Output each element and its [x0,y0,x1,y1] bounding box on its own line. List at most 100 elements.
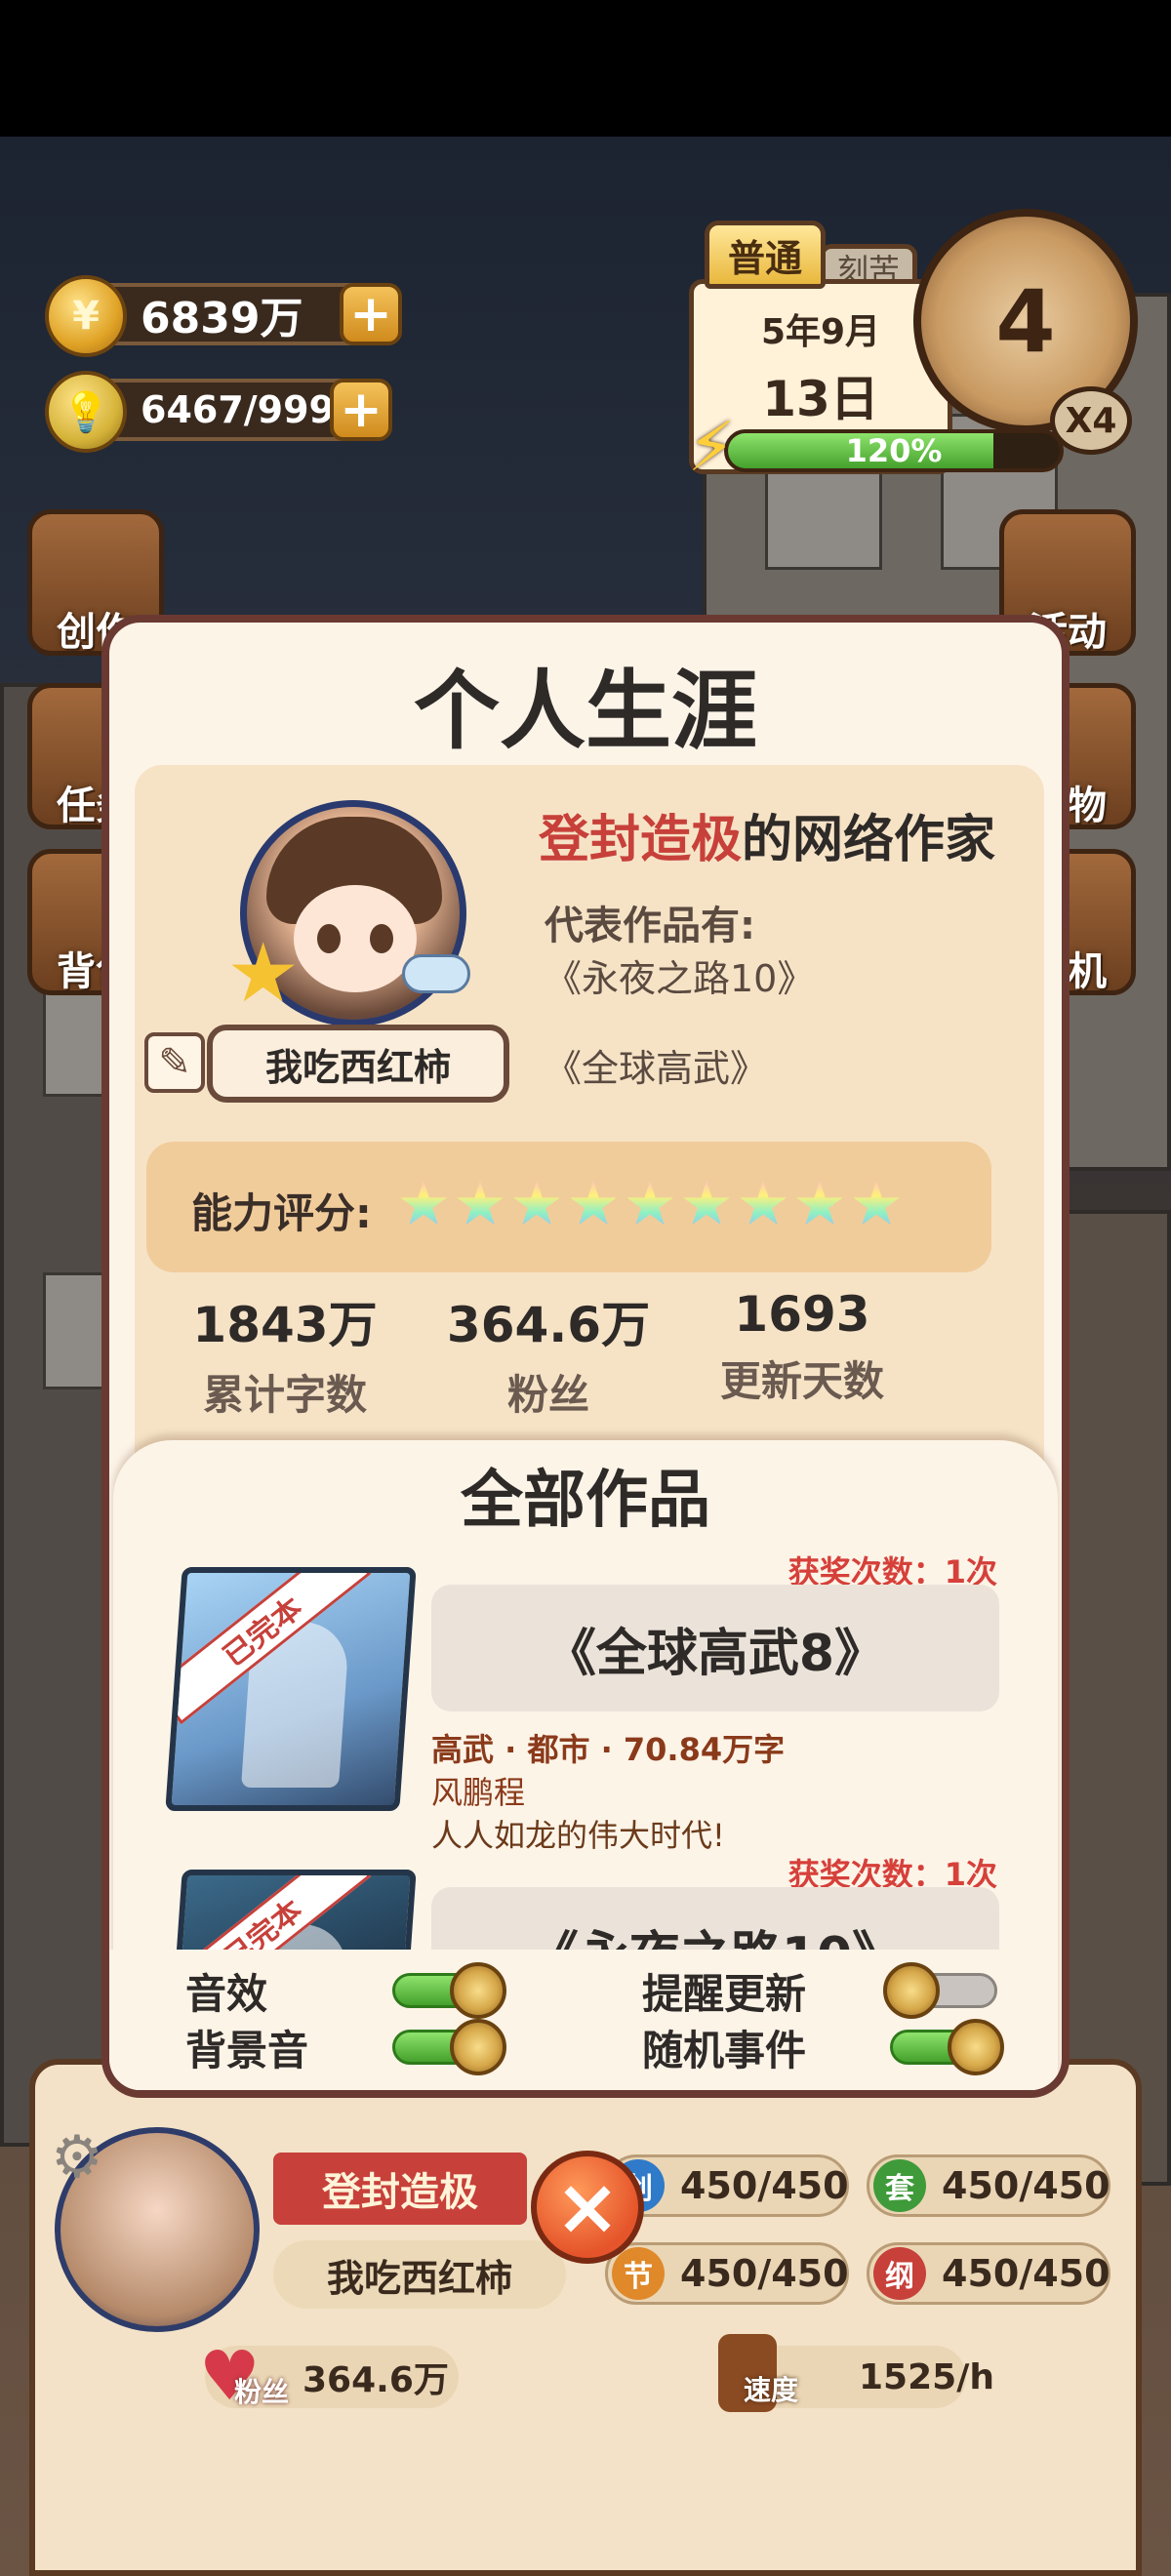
representative-work: 《全球高武》 [545,1047,768,1090]
player-name: 我吃西红柿 [273,2240,566,2309]
stat-value: 450/450 [942,2164,1110,2207]
ability-rating: 能力评分: ★ ★ ★ ★ ★ ★ ★ ★ ★ [146,1142,991,1272]
author-rank: 登封造极 [539,811,743,869]
stat-update-days: 1693 更新天数 [656,1286,949,1408]
ability-label: 能力评分: [191,1189,372,1237]
modal-title: 个人生涯 [413,661,757,761]
author-name: 我吃西红柿 [264,1045,451,1089]
energy-percent: 120% [845,432,943,469]
work-item[interactable]: 获奖次数：1次 已完本 《全球高武8》 高武 · 都市 · 70.84万字 风鹏… [113,1548,1058,1854]
game-screen: ¥ 6839万 + 💡 6467/9999 + 创作 任务 背包 活动 购物 手… [0,0,1171,2576]
cloud-icon [402,954,470,993]
stat-icon-text: 纲 [885,2260,914,2294]
stat-outline-icon: 纲 [873,2247,926,2300]
setting-random-events-label: 随机事件 [642,2027,807,2074]
add-energy-button[interactable]: + [330,379,392,441]
rank-label: 登封造极 [322,2170,478,2215]
energy-value: 6467/9999 [141,388,361,431]
lightbulb-icon: 💡 [45,371,127,453]
stat-value: 1693 [734,1286,870,1343]
toggle-knob [948,2019,1004,2075]
author-title: 登封造极的网络作家 [539,798,995,871]
stat-outline: 纲 450/450 [867,2242,1110,2305]
coin-symbol: ¥ [72,294,100,339]
coin-icon: ¥ [45,275,127,357]
rainbow-star-icon: ★ [792,1168,847,1239]
star-icon: ★ [226,925,301,1021]
rank-banner: 登封造极 [273,2153,527,2225]
fans-counter: ♥ 粉丝 364.6万 [199,2336,459,2416]
speed-label: 速度 [744,2374,799,2406]
stat-fans: 364.6万 粉丝 [402,1286,695,1422]
stat-label: 更新天数 [719,1357,884,1405]
work-tags: 高武 · 都市 · 70.84万字 [431,1731,786,1768]
coins-counter: ¥ 6839万 + [45,275,402,357]
gear-icon[interactable]: ⚙ [51,2123,103,2192]
author-title-suffix: 的网络作家 [742,811,996,869]
stat-value: 364.6万 [446,1297,651,1353]
stat-total-words: 1843万 累计字数 [139,1286,431,1422]
stat-icon-text: 节 [624,2260,653,2294]
lightning-icon[interactable]: ⚡ [677,406,746,488]
random-events-toggle[interactable] [890,2019,1004,2075]
rainbow-star-icon: ★ [736,1168,790,1239]
stat-rhythm: 节 450/450 [605,2242,849,2305]
add-coins-button[interactable]: + [340,283,402,345]
setting-bgm-label: 背景音 [185,2027,309,2074]
energy-progress-bar: 120% [724,429,1064,472]
speed-multiplier-label: X4 [1065,400,1117,441]
fans-value: 364.6万 [303,2360,449,2400]
close-icon: × [554,2161,621,2252]
author-name-button[interactable]: 我吃西红柿 [207,1025,509,1103]
career-modal: 个人生涯 ★ 登封造极的网络作家 代表作品有: 《永夜之路10》 《全球高武》 … [101,615,1070,2098]
plus-label: + [340,381,383,439]
update-reminder-toggle[interactable] [883,1962,997,2019]
avatar-face [294,885,417,992]
grade-tab-label: 普通 [727,236,802,280]
stat-label: 粉丝 [506,1371,589,1419]
plus-label: + [349,285,392,343]
stat-value: 450/450 [942,2252,1110,2295]
toggle-knob [883,1962,940,2019]
rainbow-star-icon: ★ [509,1168,564,1239]
representative-work: 《永夜之路10》 [545,957,815,1000]
energy-counter: 💡 6467/9999 + [45,371,392,453]
settings-area: 音效 提醒更新 背景音 随机事件 [109,1950,1054,2090]
coins-value: 6839万 [141,294,303,343]
avatar-eye [370,924,393,953]
work-title: 《全球高武8》 [431,1585,999,1711]
stat-icon-text: 套 [885,2172,914,2206]
rainbow-star-icon: ★ [566,1168,621,1239]
rainbow-star-icon: ★ [623,1168,677,1239]
works-title: 全部作品 [461,1465,710,1537]
toggle-knob [450,1962,506,2019]
ability-stars: ★ ★ ★ ★ ★ ★ ★ ★ ★ [396,1168,904,1239]
grade-tab-normal[interactable]: 普通 [705,221,826,289]
stat-set-icon: 套 [873,2159,926,2212]
status-bar [0,0,1171,137]
close-button[interactable]: × [531,2151,644,2264]
representative-works-label: 代表作品有: [545,904,755,948]
sound-toggle[interactable] [392,1962,506,2019]
stat-set: 套 450/450 [867,2154,1110,2217]
bgm-toggle[interactable] [392,2019,506,2075]
speed-value: 1525/h [859,2356,994,2397]
date-year-month: 5年9月 [760,312,881,352]
stat-value: 450/450 [680,2252,849,2295]
stat-value: 1843万 [192,1297,378,1353]
player-name-label: 我吃西红柿 [326,2256,512,2300]
stat-value: 450/450 [680,2164,849,2207]
stat-rhythm-icon: 节 [612,2247,665,2300]
setting-update-reminder-label: 提醒更新 [642,1970,807,2018]
clock-value: 4 [995,270,1056,372]
edit-icon[interactable]: ✎ [144,1032,205,1093]
avatar-eye [317,924,341,953]
rainbow-star-icon: ★ [849,1168,904,1239]
speed-counter: 速度 1525/h [718,2334,994,2412]
book-cover: 已完本 [165,1567,417,1811]
fans-label: 粉丝 [234,2376,290,2408]
work-style: 风鹏程 [431,1774,526,1811]
rainbow-star-icon: ★ [679,1168,734,1239]
rainbow-star-icon: ★ [396,1168,451,1239]
setting-sound-label: 音效 [185,1970,268,2018]
